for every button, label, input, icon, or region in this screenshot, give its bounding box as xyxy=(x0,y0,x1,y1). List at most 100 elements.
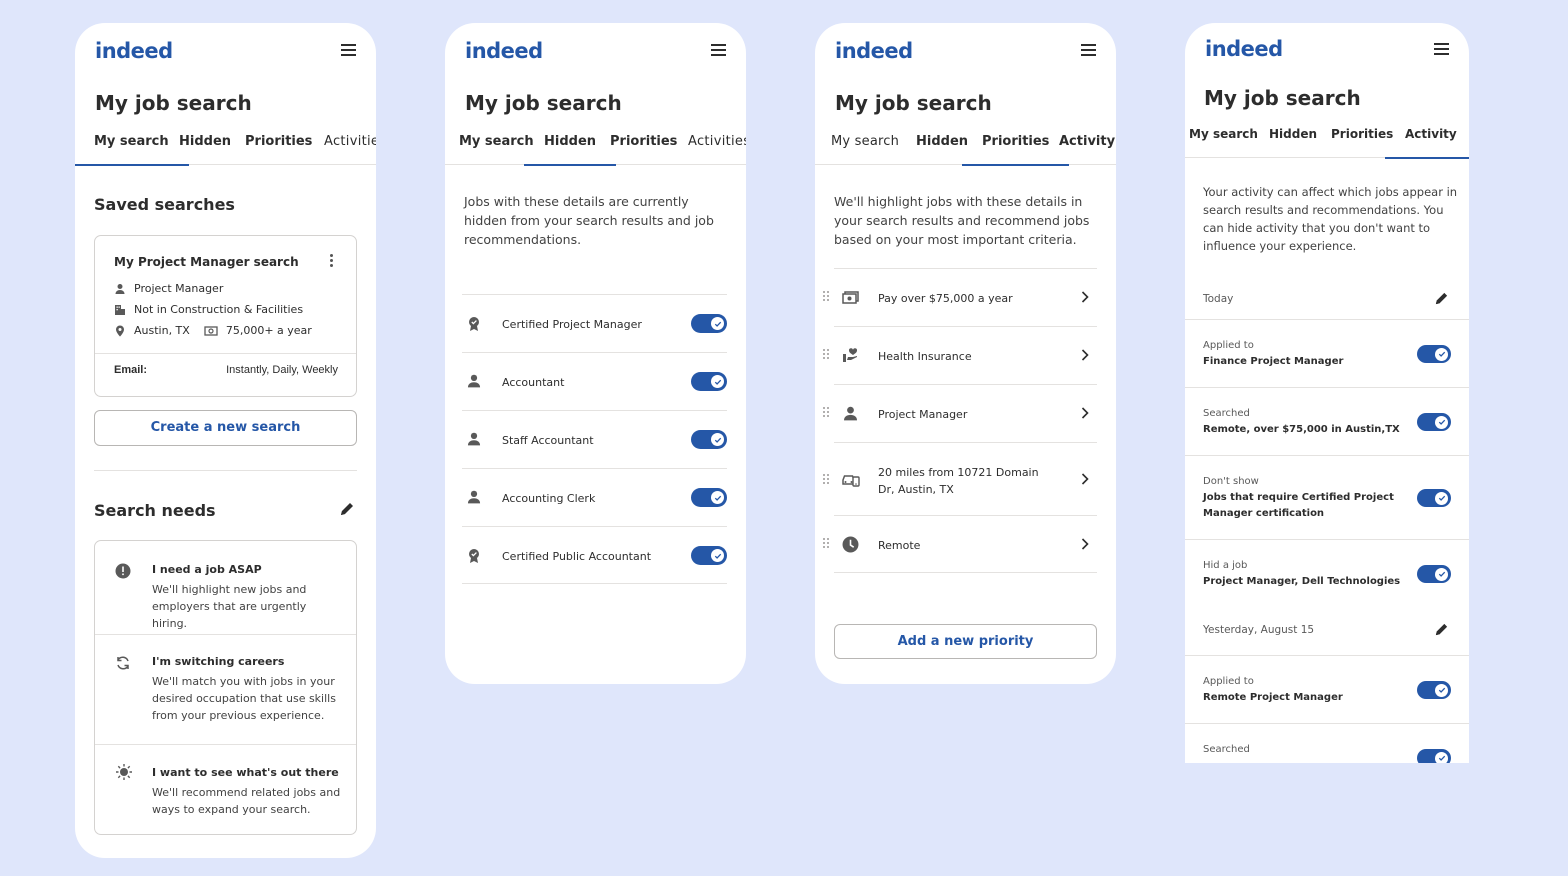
priority-label: Remote xyxy=(878,539,921,552)
priority-label: Project Manager xyxy=(878,408,968,421)
more-options-icon[interactable] xyxy=(330,254,334,267)
tab-hidden[interactable]: Hidden xyxy=(916,132,968,165)
tab-activity[interactable]: Activity xyxy=(1059,132,1115,165)
person-icon xyxy=(844,406,857,421)
activity-item: Applied to Remote Project Manager xyxy=(1185,655,1469,723)
hidden-toggle[interactable] xyxy=(691,372,727,391)
edit-pencil-icon[interactable] xyxy=(1434,291,1449,306)
activity-value: Finance Project Manager xyxy=(1203,356,1344,367)
activity-item: Don't show Jobs that require Certified P… xyxy=(1185,455,1469,539)
card-job: Project Manager xyxy=(134,282,224,295)
saved-search-title: My Project Manager search xyxy=(114,255,299,269)
tab-my-search[interactable]: My search xyxy=(459,132,534,165)
create-search-button[interactable]: Create a new search xyxy=(94,410,357,446)
card-salary: 75,000+ a year xyxy=(225,324,312,337)
hidden-item: Accounting Clerk xyxy=(462,468,727,526)
tab-activities[interactable]: Activitie xyxy=(324,132,376,165)
activity-toggle[interactable] xyxy=(1417,489,1451,507)
priority-item[interactable]: 20 miles from 10721 Domain Dr, Austin, T… xyxy=(823,442,1097,515)
indeed-logo[interactable]: indeed xyxy=(835,39,913,63)
hamburger-menu-icon[interactable] xyxy=(341,44,356,56)
indeed-logo[interactable]: indeed xyxy=(465,39,543,63)
tab-hidden[interactable]: Hidden xyxy=(179,132,231,165)
chevron-right-icon[interactable] xyxy=(1081,538,1089,550)
activity-toggle[interactable] xyxy=(1417,413,1451,431)
activity-type: Applied to xyxy=(1203,676,1254,687)
hidden-toggle[interactable] xyxy=(691,430,727,449)
need-item-switching-careers[interactable]: I'm switching careers We'll match you wi… xyxy=(95,634,356,744)
need-item-asap[interactable]: I need a job ASAP We'll highlight new jo… xyxy=(95,541,356,634)
need-title: I need a job ASAP xyxy=(152,563,262,576)
commute-icon xyxy=(842,475,860,487)
priority-item[interactable]: Project Manager xyxy=(823,384,1097,442)
chevron-right-icon[interactable] xyxy=(1081,473,1089,485)
hamburger-menu-icon[interactable] xyxy=(1434,43,1449,55)
hidden-item: Certified Public Accountant xyxy=(462,526,727,584)
priority-label: Pay over $75,000 a year xyxy=(878,292,1013,305)
drag-handle-icon[interactable] xyxy=(823,474,829,484)
money-icon xyxy=(204,325,218,336)
saved-search-card[interactable]: My Project Manager search Project Manage… xyxy=(94,235,357,397)
chevron-right-icon[interactable] xyxy=(1081,349,1089,361)
tab-my-search[interactable]: My search xyxy=(831,132,899,165)
certificate-icon xyxy=(469,317,479,331)
activity-item: Hid a job Project Manager, Dell Technolo… xyxy=(1185,539,1469,607)
hamburger-menu-icon[interactable] xyxy=(1081,44,1096,56)
search-needs-heading: Search needs xyxy=(94,501,216,520)
saved-searches-heading: Saved searches xyxy=(94,195,235,214)
hamburger-menu-icon[interactable] xyxy=(711,44,726,56)
tab-my-search[interactable]: My search xyxy=(1189,125,1258,158)
indeed-logo[interactable]: indeed xyxy=(95,39,173,63)
activity-toggle[interactable] xyxy=(1417,345,1451,363)
hidden-intro-text: Jobs with these details are currently hi… xyxy=(464,194,714,247)
page-title: My job search xyxy=(95,91,252,115)
tab-activities[interactable]: Activities xyxy=(688,132,746,165)
chevron-right-icon[interactable] xyxy=(1081,291,1089,303)
drag-handle-icon[interactable] xyxy=(823,538,829,548)
tab-priorities[interactable]: Priorities xyxy=(961,132,1070,166)
tab-bar: My search Hidden Priorities Activity xyxy=(1185,125,1469,159)
edit-pencil-icon[interactable] xyxy=(339,501,355,517)
email-frequency[interactable]: Instantly, Daily, Weekly xyxy=(226,364,338,376)
tab-hidden[interactable]: Hidden xyxy=(1269,125,1317,158)
edit-pencil-icon[interactable] xyxy=(1434,622,1449,637)
email-label: Email: xyxy=(114,364,148,376)
page-title: My job search xyxy=(465,91,622,115)
activity-date-header: Yesterday, August 15 xyxy=(1185,607,1469,655)
activity-value: Remote, over $75,000 in Austin,TX xyxy=(1203,424,1400,435)
tab-hidden[interactable]: Hidden xyxy=(523,132,617,166)
hidden-toggle[interactable] xyxy=(691,546,727,565)
hidden-item-label: Accountant xyxy=(502,376,565,389)
priority-item[interactable]: Pay over $75,000 a year xyxy=(823,268,1097,326)
need-description: We'll match you with jobs in your desire… xyxy=(152,675,336,722)
page-title: My job search xyxy=(835,91,992,115)
chevron-right-icon[interactable] xyxy=(1081,407,1089,419)
tab-bar: My search Hidden Priorities Activities xyxy=(445,132,746,166)
activity-toggle[interactable] xyxy=(1417,681,1451,699)
money-icon xyxy=(842,291,859,304)
priority-item[interactable]: Remote xyxy=(823,515,1097,573)
screen-activity: indeed My job search My search Hidden Pr… xyxy=(1185,23,1469,763)
need-item-explore[interactable]: I want to see what's out there We'll rec… xyxy=(95,744,356,836)
activity-toggle[interactable] xyxy=(1417,749,1451,763)
indeed-logo[interactable]: indeed xyxy=(1205,37,1283,61)
tab-activity[interactable]: Activity xyxy=(1385,125,1469,159)
drag-handle-icon[interactable] xyxy=(823,407,829,417)
add-priority-button[interactable]: Add a new priority xyxy=(834,624,1097,659)
activity-value: Jobs that require Certified Project Mana… xyxy=(1203,492,1394,519)
tab-priorities[interactable]: Priorities xyxy=(610,132,677,165)
tab-priorities[interactable]: Priorities xyxy=(1331,125,1393,158)
card-divider xyxy=(95,353,356,354)
lightbulb-icon xyxy=(116,764,132,780)
tab-priorities[interactable]: Priorities xyxy=(245,132,312,165)
activity-toggle[interactable] xyxy=(1417,565,1451,583)
drag-handle-icon[interactable] xyxy=(823,349,829,359)
screen-priorities: indeed My job search My search Hidden Pr… xyxy=(815,23,1116,684)
tab-my-search[interactable]: My search xyxy=(75,132,189,166)
drag-handle-icon[interactable] xyxy=(823,291,829,301)
person-icon xyxy=(115,283,125,294)
hidden-toggle[interactable] xyxy=(691,488,727,507)
hidden-toggle[interactable] xyxy=(691,314,727,333)
priority-item[interactable]: Health Insurance xyxy=(823,326,1097,384)
person-icon xyxy=(467,490,481,504)
